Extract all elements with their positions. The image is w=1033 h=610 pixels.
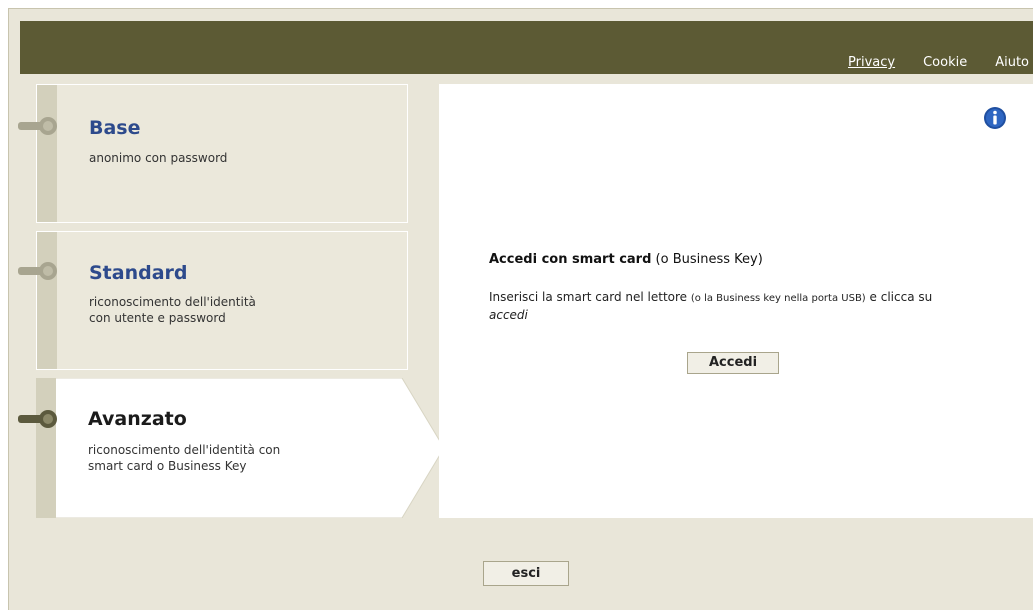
panel-instructions: Inserisci la smart card nel lettore (o l… bbox=[489, 289, 969, 323]
option-base-desc-line1: anonimo con password bbox=[89, 151, 228, 165]
card-rail bbox=[37, 85, 57, 222]
panel-heading-rest: (o Business Key) bbox=[651, 252, 763, 267]
info-icon[interactable] bbox=[983, 106, 1007, 130]
key-icon bbox=[18, 410, 57, 428]
top-bar: Privacy Cookie Aiuto bbox=[20, 21, 1033, 74]
key-icon bbox=[18, 117, 57, 135]
panel-heading: Accedi con smart card (o Business Key) bbox=[489, 252, 763, 267]
option-avanzato-desc-line1: riconoscimento dell'identità con bbox=[88, 443, 281, 457]
instructions-small: (o la Business key nella porta USB) bbox=[690, 293, 866, 304]
option-base-desc: anonimo con password bbox=[89, 150, 389, 166]
option-base[interactable]: Base anonimo con password bbox=[36, 84, 408, 223]
instructions-part2: e clicca su bbox=[865, 290, 933, 304]
cookie-link[interactable]: Cookie bbox=[909, 52, 981, 74]
option-standard-title: Standard bbox=[89, 262, 188, 284]
panel-heading-bold: Accedi con smart card bbox=[489, 252, 652, 267]
option-avanzato[interactable]: Avanzato riconoscimento dell'identità co… bbox=[36, 378, 446, 518]
option-standard-desc: riconoscimento dell'identità con utente … bbox=[89, 294, 389, 326]
option-standard-desc-line1: riconoscimento dell'identità bbox=[89, 295, 256, 309]
privacy-link[interactable]: Privacy bbox=[834, 52, 909, 74]
esci-button[interactable]: esci bbox=[483, 561, 569, 586]
instructions-part1: Inserisci la smart card nel lettore bbox=[489, 290, 691, 304]
top-links: Privacy Cookie Aiuto bbox=[834, 52, 1033, 74]
card-rail bbox=[37, 232, 57, 369]
key-icon bbox=[18, 262, 57, 280]
login-panel: Accedi con smart card (o Business Key) I… bbox=[439, 84, 1033, 518]
option-standard-desc-line2: con utente e password bbox=[89, 311, 226, 325]
option-avanzato-title: Avanzato bbox=[88, 408, 187, 430]
aiuto-link[interactable]: Aiuto bbox=[981, 52, 1033, 74]
option-avanzato-desc: riconoscimento dell'identità con smart c… bbox=[88, 442, 388, 474]
accedi-button[interactable]: Accedi bbox=[687, 352, 779, 374]
option-avanzato-desc-line2: smart card o Business Key bbox=[88, 459, 247, 473]
option-standard[interactable]: Standard riconoscimento dell'identità co… bbox=[36, 231, 408, 370]
option-base-title: Base bbox=[89, 117, 141, 139]
instructions-italic: accedi bbox=[489, 308, 528, 322]
